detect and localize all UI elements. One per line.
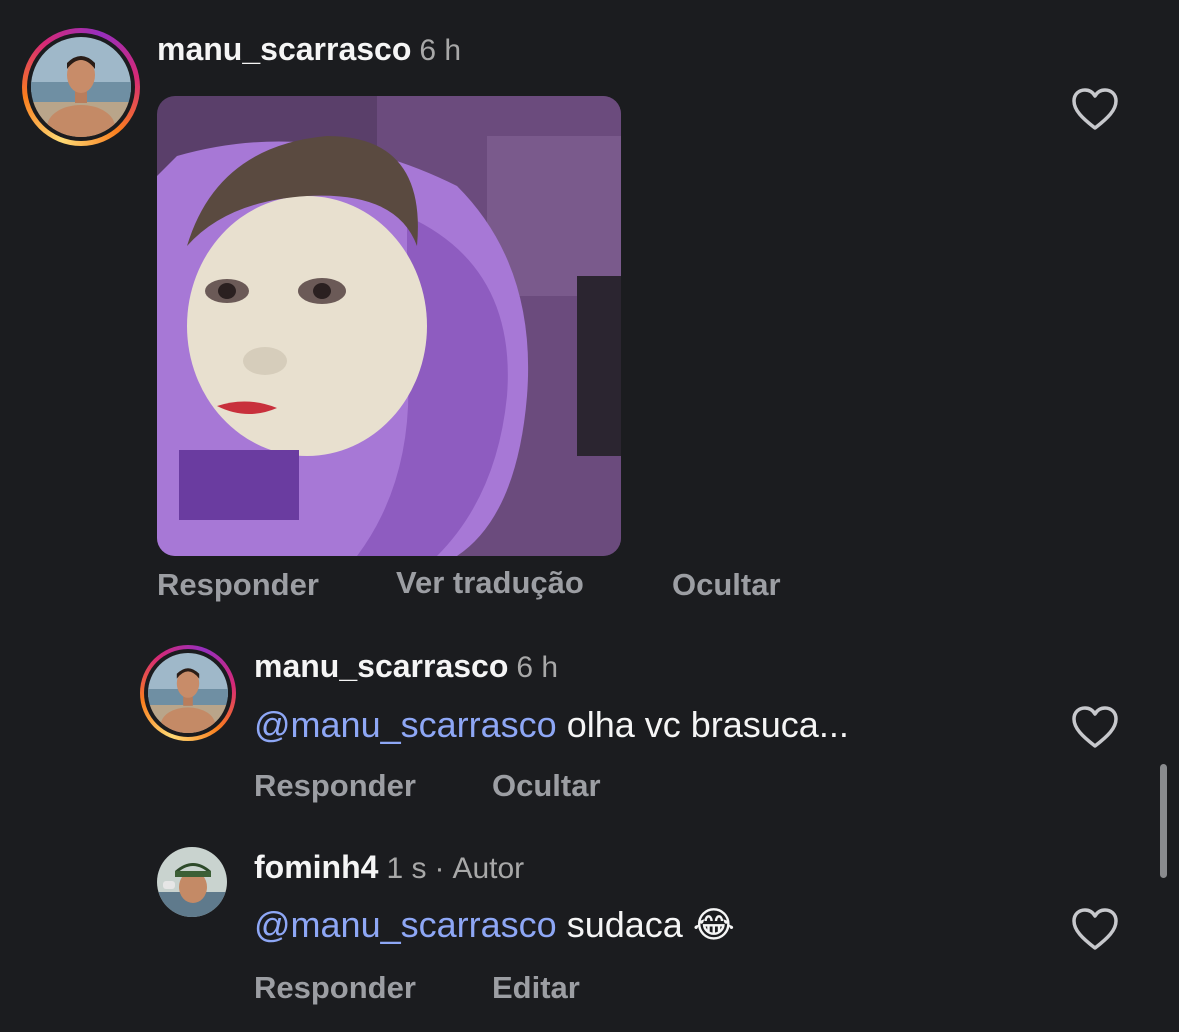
reply-button[interactable]: Responder xyxy=(254,970,416,1006)
reply-button[interactable]: Responder xyxy=(254,768,416,804)
comment-timestamp: 6 h xyxy=(419,34,462,67)
hide-button[interactable]: Ocultar xyxy=(672,567,781,603)
edit-button[interactable]: Editar xyxy=(492,970,580,1006)
avatar[interactable] xyxy=(157,847,227,917)
comment-body: @manu_scarrasco olha vc brasuca... xyxy=(254,704,849,746)
comment-timestamp: 6 h xyxy=(516,651,559,684)
avatar-story-ring[interactable] xyxy=(140,645,236,741)
mention-link[interactable]: @manu_scarrasco xyxy=(254,704,557,745)
comment-gif-image[interactable] xyxy=(157,96,621,556)
see-translation-button[interactable]: Ver tradução xyxy=(396,565,584,601)
heart-icon[interactable] xyxy=(1070,86,1120,132)
avatar xyxy=(31,37,131,137)
heart-icon[interactable] xyxy=(1070,704,1120,750)
comment-username[interactable]: manu_scarrasco 6 h xyxy=(157,31,461,68)
meta-separator: · xyxy=(434,852,445,885)
comment-username[interactable]: manu_scarrasco 6 h xyxy=(254,648,558,685)
avatar-story-ring[interactable] xyxy=(22,28,140,146)
heart-icon[interactable] xyxy=(1070,906,1120,952)
comment-body: @manu_scarrasco sudaca 😂 xyxy=(254,904,735,946)
comment-timestamp: 1 s xyxy=(386,852,427,885)
comment-text: olha vc brasuca... xyxy=(566,704,849,745)
comment-username[interactable]: fominh4 1 s · Autor xyxy=(254,849,524,886)
author-badge: Autor xyxy=(452,852,525,885)
reply-button[interactable]: Responder xyxy=(157,567,319,603)
scrollbar[interactable] xyxy=(1160,764,1167,878)
hide-button[interactable]: Ocultar xyxy=(492,768,601,804)
avatar xyxy=(148,653,228,733)
comment-text: sudaca xyxy=(566,904,683,945)
mention-link[interactable]: @manu_scarrasco xyxy=(254,904,557,945)
laughing-emoji: 😂 xyxy=(692,904,735,945)
